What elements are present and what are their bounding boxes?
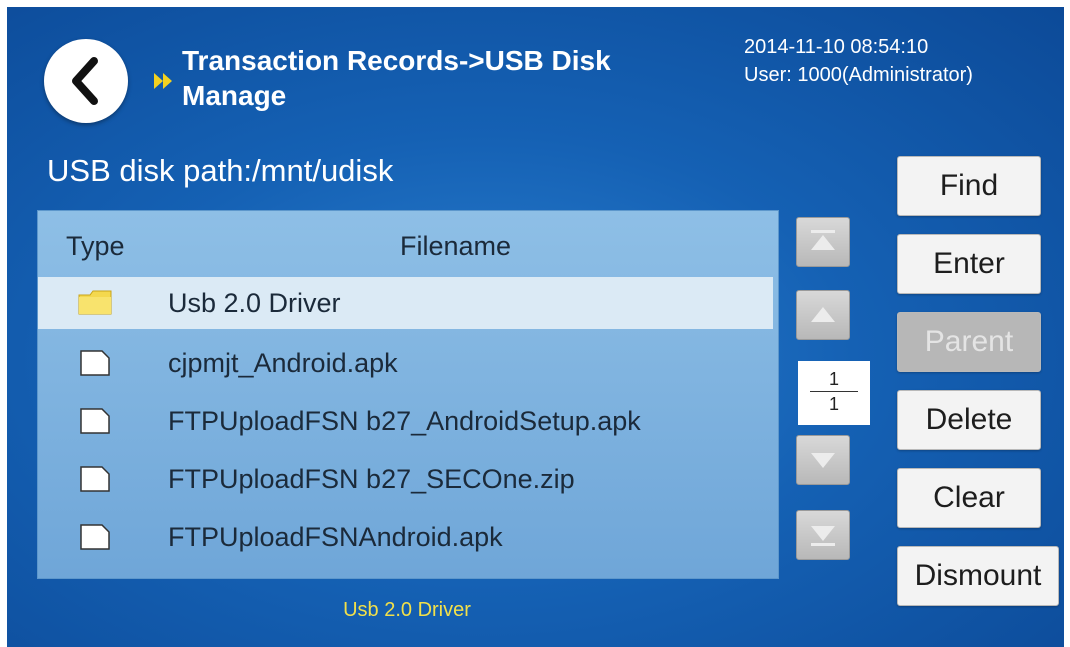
datetime: 2014-11-10 08:54:10 bbox=[744, 36, 929, 58]
list-item[interactable]: FTPUploadFSN b27_AndroidSetup.apk bbox=[38, 395, 773, 447]
file-name: FTPUploadFSN b27_AndroidSetup.apk bbox=[168, 406, 641, 436]
status-text: Usb 2.0 Driver bbox=[343, 599, 471, 621]
file-name: cjpmjt_Android.apk bbox=[168, 348, 398, 378]
triangle-up-icon bbox=[811, 307, 835, 322]
list-header: Type Filename bbox=[38, 211, 778, 273]
triangle-down-icon bbox=[811, 453, 835, 468]
first-page-icon bbox=[811, 230, 835, 250]
folder-icon bbox=[78, 290, 112, 315]
double-arrow-icon bbox=[154, 73, 172, 89]
clear-button[interactable]: Clear bbox=[897, 468, 1041, 528]
current-page: 1 bbox=[828, 369, 839, 389]
app-screen: Transaction Records->USB Disk Manage 201… bbox=[7, 7, 1064, 647]
back-button[interactable] bbox=[44, 39, 128, 123]
delete-button[interactable]: Delete bbox=[897, 390, 1041, 450]
file-icon bbox=[80, 466, 110, 492]
file-name: FTPUploadFSN b27_SECOne.zip bbox=[168, 464, 575, 494]
enter-button[interactable]: Enter bbox=[897, 234, 1041, 294]
file-list: Type Filename Usb 2.0 Driver cjpmjt_Andr… bbox=[37, 210, 779, 579]
user-info: User: 1000(Administrator) bbox=[744, 64, 973, 86]
file-icon bbox=[80, 524, 110, 550]
page-up-button[interactable] bbox=[796, 290, 850, 340]
chevron-left-icon bbox=[72, 57, 98, 105]
list-item[interactable]: FTPUploadFSNAndroid.apk bbox=[38, 511, 773, 563]
file-icon bbox=[80, 408, 110, 434]
total-pages: 1 bbox=[828, 394, 839, 414]
file-name: Usb 2.0 Driver bbox=[168, 288, 341, 318]
dismount-button[interactable]: Dismount bbox=[897, 546, 1059, 606]
page-down-button[interactable] bbox=[796, 435, 850, 485]
list-item[interactable]: cjpmjt_Android.apk bbox=[38, 337, 773, 389]
column-type: Type bbox=[66, 231, 125, 261]
last-page-icon bbox=[811, 526, 835, 546]
page-divider bbox=[810, 391, 858, 392]
list-item[interactable]: Usb 2.0 Driver bbox=[38, 277, 773, 329]
page-indicator: 1 1 bbox=[798, 361, 870, 425]
last-page-button[interactable] bbox=[796, 510, 850, 560]
header-meta: 2014-11-10 08:54:10 User: 1000(Administr… bbox=[744, 33, 973, 89]
parent-button[interactable]: Parent bbox=[897, 312, 1041, 372]
usb-path-label: USB disk path:/mnt/udisk bbox=[47, 153, 394, 188]
list-item[interactable]: FTPUploadFSN b27_SECOne.zip bbox=[38, 453, 773, 505]
page-title: Transaction Records->USB Disk Manage bbox=[182, 45, 611, 111]
file-icon bbox=[80, 350, 110, 376]
first-page-button[interactable] bbox=[796, 217, 850, 267]
find-button[interactable]: Find bbox=[897, 156, 1041, 216]
file-name: FTPUploadFSNAndroid.apk bbox=[168, 522, 503, 552]
column-filename: Filename bbox=[400, 231, 512, 261]
